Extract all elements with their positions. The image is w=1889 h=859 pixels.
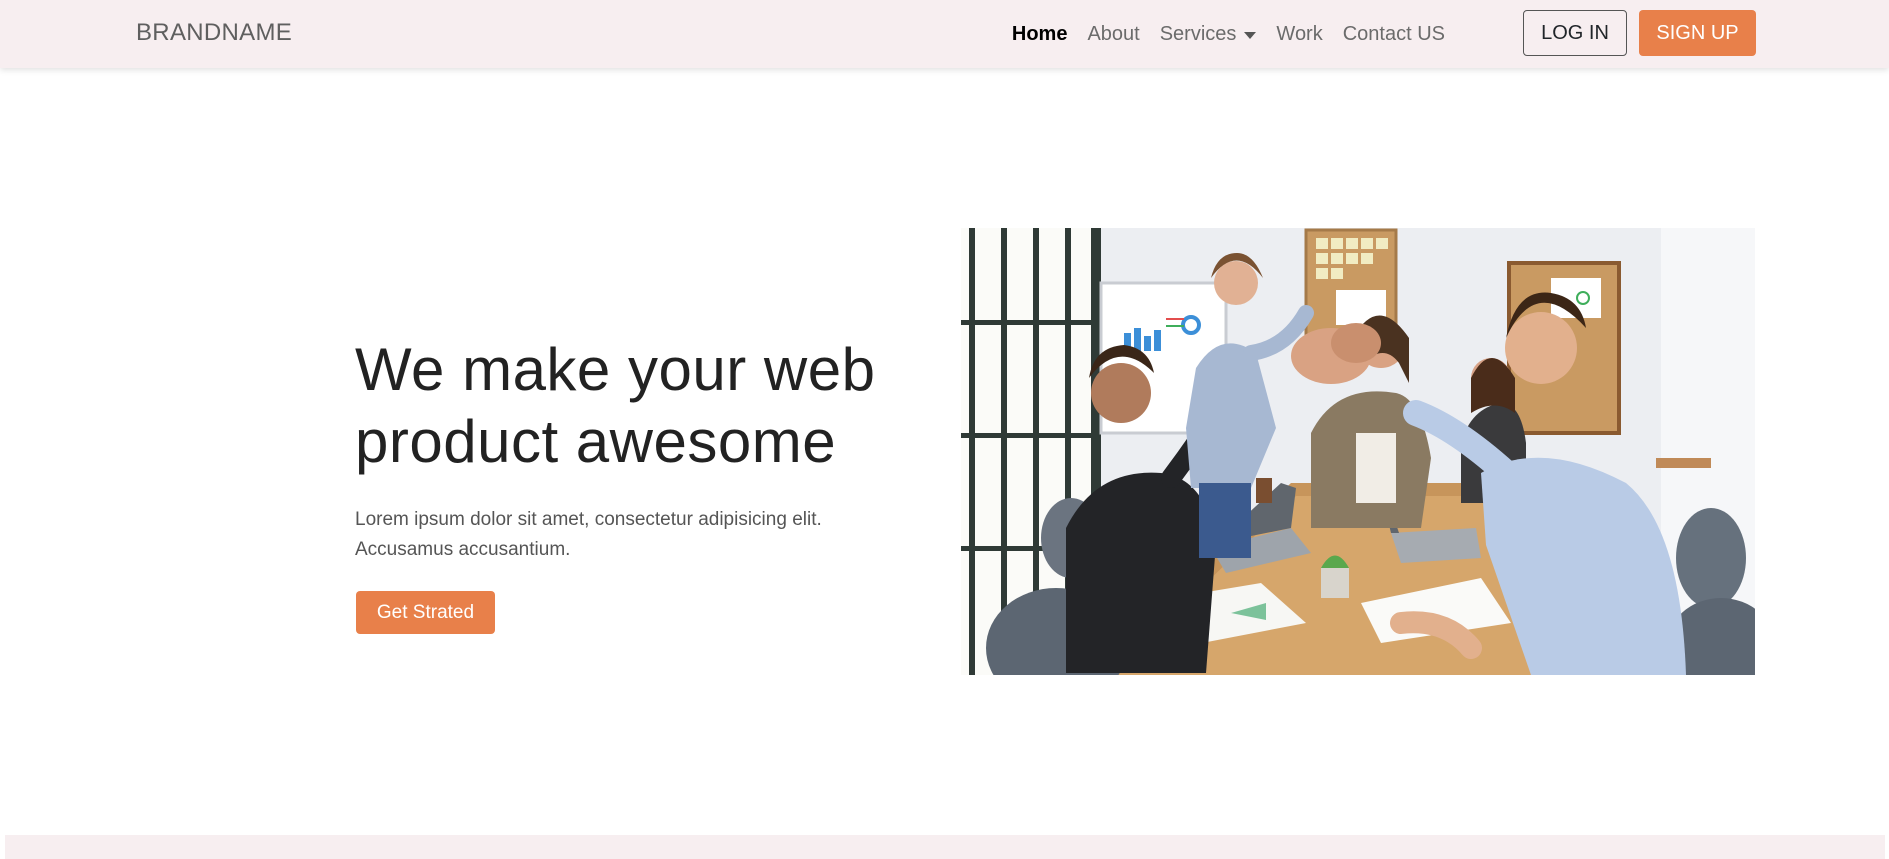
hero-title-line-2: product awesome bbox=[355, 408, 837, 475]
nav-link-about-label: About bbox=[1087, 22, 1140, 45]
nav-link-services-dropdown[interactable]: Services bbox=[1150, 23, 1267, 46]
chevron-down-icon bbox=[1244, 31, 1257, 39]
hero-description-line-2: Accusamus accusantium. bbox=[355, 539, 571, 560]
nav-link-work[interactable]: Work bbox=[1266, 23, 1332, 46]
hero-title: We make your web product awesome bbox=[355, 334, 915, 478]
hero-title-line-1: We make your web bbox=[355, 336, 876, 403]
nav-link-contact-label: Contact US bbox=[1342, 22, 1445, 45]
signup-button[interactable]: SIGN UP bbox=[1639, 10, 1756, 56]
brand-logo[interactable]: BRANDNAME bbox=[136, 19, 292, 47]
hero-description: Lorem ipsum dolor sit amet, consectetur … bbox=[355, 505, 895, 565]
nav-link-home[interactable]: Home bbox=[1002, 23, 1078, 46]
nav-links: Home About Services Work Contact US bbox=[1002, 0, 1455, 68]
nav-link-work-label: Work bbox=[1276, 22, 1323, 45]
footer-strip bbox=[5, 835, 1885, 859]
navbar: BRANDNAME Home About Services Work Conta… bbox=[0, 0, 1889, 68]
nav-link-about[interactable]: About bbox=[1077, 23, 1149, 46]
nav-link-home-label: Home bbox=[1011, 22, 1068, 45]
login-button[interactable]: LOG IN bbox=[1523, 10, 1627, 56]
get-started-button[interactable]: Get Strated bbox=[356, 591, 495, 634]
nav-link-contact[interactable]: Contact US bbox=[1333, 23, 1455, 46]
hero-description-line-1: Lorem ipsum dolor sit amet, consectetur … bbox=[355, 509, 822, 530]
hero-team-photo bbox=[961, 228, 1755, 675]
nav-link-services-label: Services bbox=[1159, 22, 1237, 45]
